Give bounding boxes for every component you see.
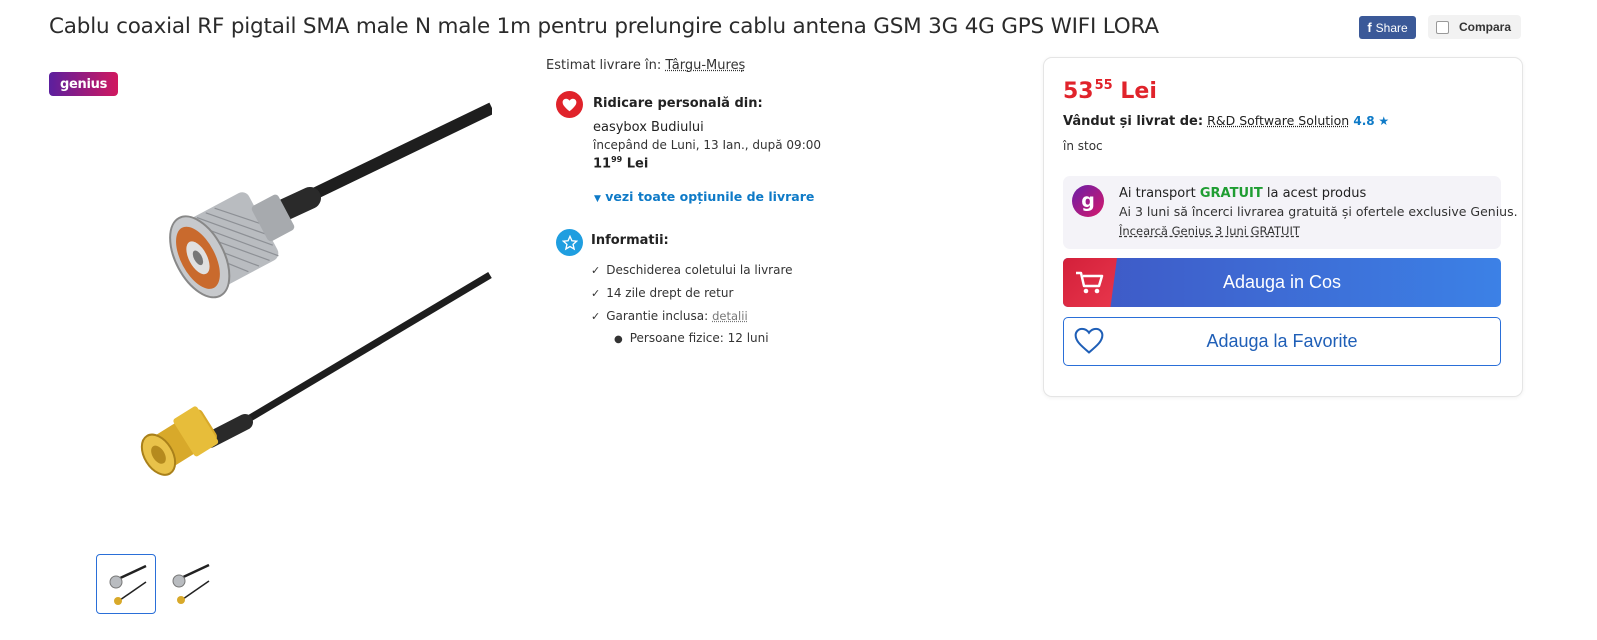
gallery-thumbnail-1[interactable]: [96, 554, 156, 614]
compare-checkbox[interactable]: [1436, 20, 1449, 34]
warranty-details-link[interactable]: detalii: [712, 309, 748, 323]
all-delivery-options-link[interactable]: ▼ vezi toate opțiunile de livrare: [594, 189, 814, 204]
rating-star-icon: ★: [1374, 114, 1390, 128]
info-item-label: 14 zile drept de retur: [606, 286, 734, 300]
delivery-location-link[interactable]: Târgu-Mureș: [665, 58, 745, 73]
info-item-label: Garantie inclusa:: [606, 309, 709, 323]
price-currency: Lei: [1120, 79, 1157, 104]
pickup-currency: Lei: [626, 156, 649, 172]
compare-toggle[interactable]: Compara: [1428, 15, 1521, 39]
info-item-return: ✓ 14 zile drept de retur: [591, 286, 733, 300]
delivery-estimate-label: Estimat livrare în:: [546, 58, 662, 73]
genius-free-text: GRATUIT: [1199, 186, 1263, 201]
info-item-unboxing: ✓ Deschiderea coletului la livrare: [591, 263, 793, 277]
genius-logo-icon: g: [1072, 185, 1104, 217]
warranty-subitem: ● Persoane fizice: 12 luni: [614, 331, 769, 345]
pickup-price-int: 11: [593, 156, 612, 172]
bullet-icon: ●: [614, 334, 623, 345]
pickup-price: 1199 Lei: [593, 155, 648, 171]
product-image[interactable]: [80, 100, 495, 500]
share-label: Share: [1375, 20, 1408, 35]
pickup-price-dec: 99: [611, 155, 623, 164]
pickup-place: easybox Budiului: [593, 120, 704, 135]
price-dec: 55: [1094, 78, 1113, 93]
product-title: Cablu coaxial RF pigtail SMA male N male…: [49, 14, 1159, 39]
star-badge-icon: [556, 229, 583, 256]
stock-status: în stoc: [1063, 139, 1103, 153]
share-button[interactable]: f Share: [1359, 16, 1416, 39]
add-to-cart-label: Adauga in Cos: [1222, 272, 1342, 292]
genius-line-1: Ai transport GRATUIT la acest produs: [1119, 186, 1366, 201]
info-item-label: Deschiderea coletului la livrare: [606, 263, 793, 277]
all-delivery-options-label: vezi toate opțiunile de livrare: [605, 189, 815, 204]
gallery-thumbnail-2[interactable]: [160, 554, 218, 612]
delivery-estimate: Estimat livrare în: Târgu-Mureș: [546, 58, 745, 73]
caret-down-icon: ▼: [594, 194, 601, 204]
checkmark-icon: ✓: [591, 263, 601, 277]
add-to-favorites-label: Adauga la Favorite: [1206, 331, 1358, 351]
checkmark-icon: ✓: [591, 286, 601, 300]
seller-name-link[interactable]: R&D Software Solution: [1207, 113, 1349, 128]
seller-rating[interactable]: 4.8: [1353, 114, 1374, 128]
genius-line-2: Ai 3 luni să încerci livrarea gratuită ș…: [1119, 204, 1518, 219]
seller-label: Vândut și livrat de:: [1063, 114, 1204, 129]
info-item-warranty: ✓ Garantie inclusa: detalii: [591, 309, 748, 323]
genius-line-1-pre: Ai transport: [1119, 186, 1196, 201]
facebook-icon: f: [1367, 20, 1372, 35]
add-to-cart-button[interactable]: Adauga in Cos: [1063, 258, 1501, 307]
warranty-subitem-label: Persoane fizice: 12 luni: [629, 331, 769, 345]
genius-line-1-post: la acest produs: [1266, 186, 1367, 201]
compare-label: Compara: [1459, 20, 1512, 34]
info-title: Informatii:: [591, 233, 669, 248]
seller-info: Vândut și livrat de: R&D Software Soluti…: [1063, 113, 1389, 129]
product-price: 5355 Lei: [1063, 78, 1157, 104]
pickup-date: începând de Luni, 13 Ian., după 09:00: [593, 138, 822, 152]
genius-badge: genius: [49, 72, 118, 96]
genius-promo: g Ai transport GRATUIT la acest produs A…: [1063, 176, 1518, 249]
price-int: 53: [1063, 79, 1094, 104]
pickup-title: Ridicare personală din:: [593, 96, 763, 111]
checkmark-icon: ✓: [591, 309, 601, 323]
genius-trial-link[interactable]: Încearcă Genius 3 luni GRATUIT: [1119, 224, 1300, 238]
add-to-favorites-button[interactable]: Adauga la Favorite: [1063, 317, 1501, 366]
heart-icon: [556, 91, 583, 118]
